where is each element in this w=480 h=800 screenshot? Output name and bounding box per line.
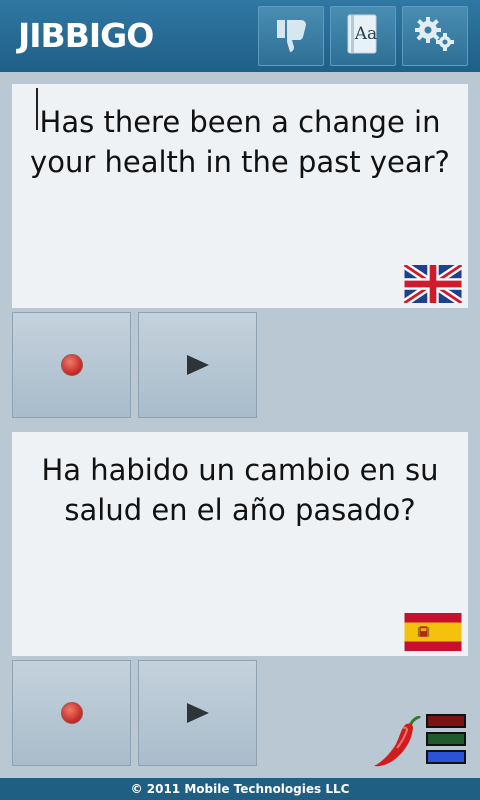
uk-flag-icon[interactable] bbox=[402, 261, 464, 307]
level-bar-red bbox=[426, 714, 466, 728]
target-text: Ha habido un cambio en su salud en el añ… bbox=[41, 453, 439, 527]
settings-button[interactable] bbox=[402, 6, 468, 66]
level-bar-green bbox=[426, 732, 466, 746]
chili-pepper-icon bbox=[372, 715, 422, 772]
gears-icon bbox=[411, 14, 459, 58]
record-icon bbox=[60, 354, 83, 376]
translation-workspace: Has there been a change in your health i… bbox=[0, 72, 480, 778]
spain-flag-icon[interactable] bbox=[404, 613, 462, 655]
source-text-panel[interactable]: Has there been a change in your health i… bbox=[12, 84, 468, 308]
target-record-button[interactable] bbox=[12, 660, 131, 766]
record-icon bbox=[60, 702, 83, 724]
target-play-button[interactable] bbox=[138, 660, 257, 766]
source-record-button[interactable] bbox=[12, 312, 131, 418]
dictionary-button[interactable]: Aa bbox=[330, 6, 396, 66]
copyright-footer: © 2011 Mobile Technologies LLC bbox=[0, 778, 480, 800]
thumbs-down-icon bbox=[271, 14, 311, 58]
level-bar-blue bbox=[426, 750, 466, 764]
app-logo: JIBBIGO bbox=[18, 16, 154, 55]
app-header: JIBBIGO Aa bbox=[0, 0, 480, 72]
feedback-button[interactable] bbox=[258, 6, 324, 66]
dictionary-glyph: Aa bbox=[354, 24, 378, 44]
source-play-button[interactable] bbox=[138, 312, 257, 418]
play-icon bbox=[186, 355, 209, 375]
level-indicator bbox=[426, 714, 466, 768]
play-icon bbox=[186, 703, 209, 723]
source-text: Has there been a change in your health i… bbox=[30, 105, 450, 179]
target-text-panel[interactable]: Ha habido un cambio en su salud en el añ… bbox=[12, 432, 468, 656]
